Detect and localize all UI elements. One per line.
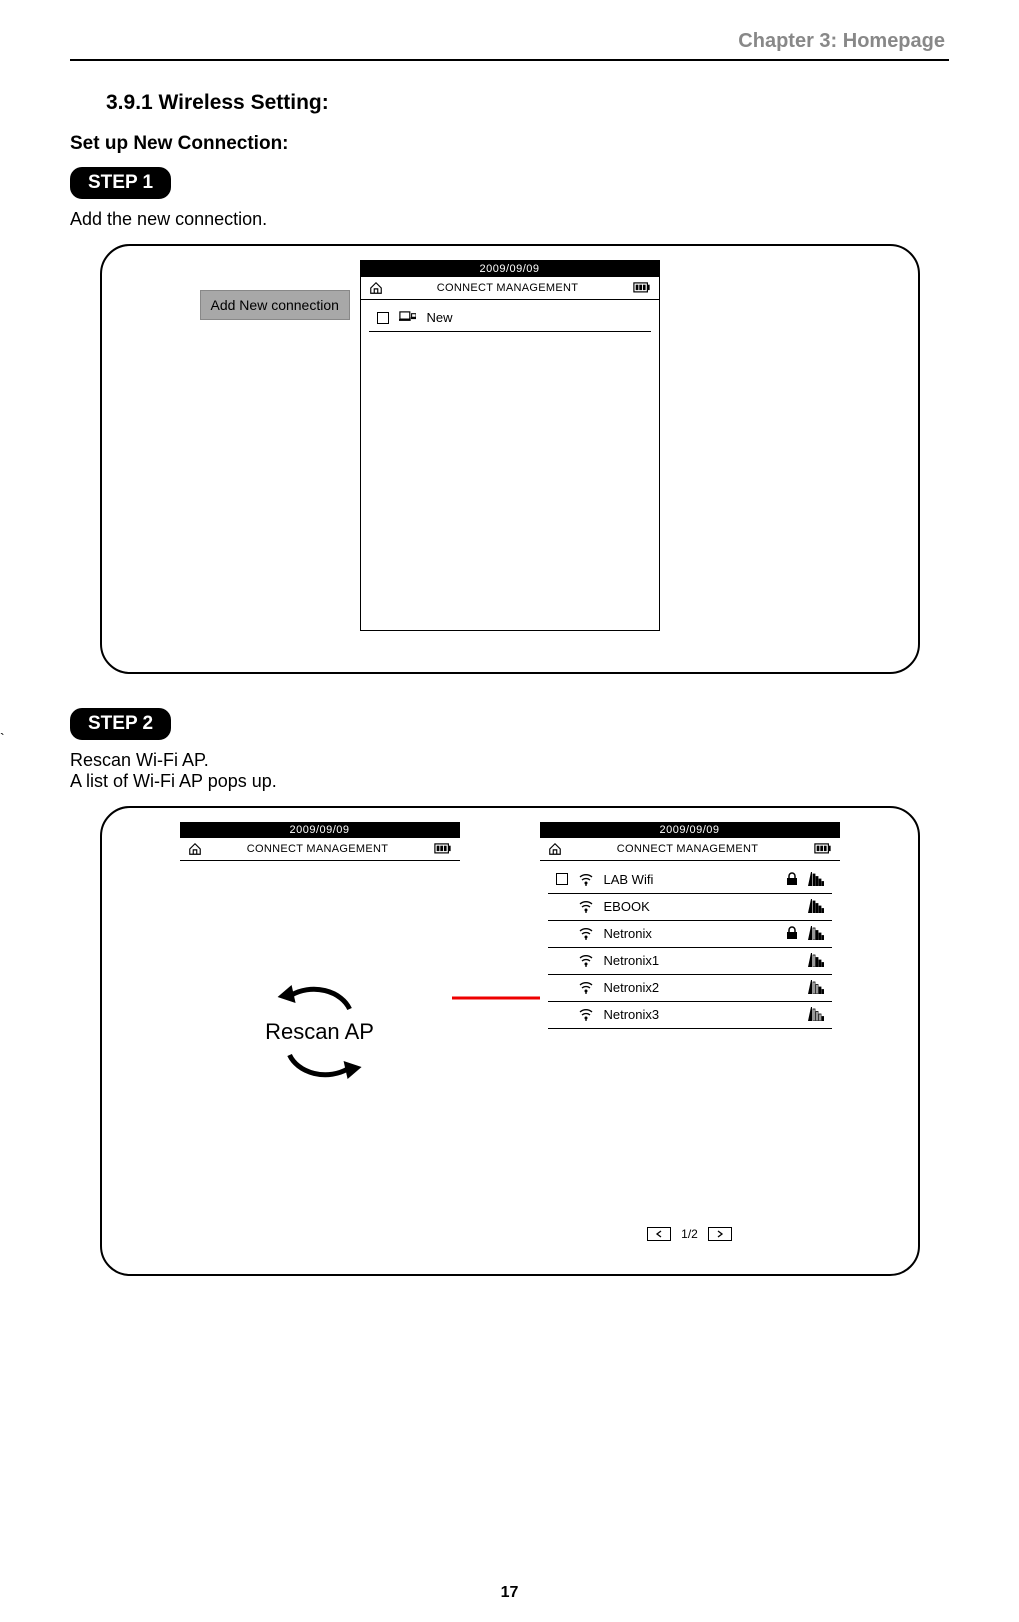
page-number: 17 bbox=[0, 1584, 1019, 1602]
step-1-pill: STEP 1 bbox=[70, 167, 171, 199]
stray-tick: ` bbox=[0, 730, 5, 746]
computer-icon bbox=[399, 311, 417, 325]
refresh-arrow-top-icon bbox=[270, 981, 370, 1017]
pager-next-button[interactable] bbox=[708, 1227, 732, 1241]
step-2-line2: A list of Wi-Fi AP pops up. bbox=[70, 771, 277, 791]
checkbox-icon[interactable] bbox=[377, 312, 389, 324]
wifi-row[interactable]: Netronix1 bbox=[548, 948, 832, 975]
connection-row-new[interactable]: New bbox=[369, 306, 651, 332]
device-screen-1: 2009/09/09 CONNECT MANAGEMENT New bbox=[360, 260, 660, 631]
step-2-line1: Rescan Wi-Fi AP. bbox=[70, 750, 209, 770]
device-screen-2-right: 2009/09/09 CONNECT MANAGEMENT LAB Wifi EB… bbox=[540, 822, 840, 1245]
pager-prev-button[interactable] bbox=[647, 1227, 671, 1241]
screenshot-frame-1: Add New connection 2009/09/09 CONNECT MA… bbox=[100, 244, 920, 674]
step-1-text: Add the new connection. bbox=[70, 209, 949, 230]
battery-icon bbox=[633, 282, 651, 294]
device-title-bar: CONNECT MANAGEMENT bbox=[361, 277, 659, 300]
wifi-icon bbox=[578, 1006, 594, 1022]
device-title: CONNECT MANAGEMENT bbox=[202, 843, 434, 855]
device-date-bar-r: 2009/09/09 bbox=[540, 822, 840, 838]
home-icon[interactable] bbox=[369, 281, 383, 295]
home-icon[interactable] bbox=[548, 842, 562, 856]
add-connection-tooltip: Add New connection bbox=[200, 290, 350, 320]
device-screen-2-left: 2009/09/09 CONNECT MANAGEMENT Rescan AP bbox=[180, 822, 460, 1221]
wifi-name: LAB Wifi bbox=[604, 872, 776, 887]
wifi-row[interactable]: EBOOK bbox=[548, 894, 832, 921]
subheading-setup: Set up New Connection: bbox=[70, 133, 949, 155]
refresh-arrow-bottom-icon bbox=[270, 1047, 370, 1083]
battery-icon bbox=[814, 843, 832, 855]
lock-icon bbox=[786, 926, 798, 940]
device-title: CONNECT MANAGEMENT bbox=[383, 282, 633, 294]
rescan-label: Rescan AP bbox=[265, 1019, 374, 1045]
screenshot-frame-2: 2009/09/09 CONNECT MANAGEMENT Rescan AP bbox=[100, 806, 920, 1276]
header-divider bbox=[70, 59, 949, 61]
wifi-row[interactable]: Netronix2 bbox=[548, 975, 832, 1002]
signal-icon bbox=[808, 980, 824, 994]
device-date-bar: 2009/09/09 bbox=[361, 261, 659, 277]
device-body-2r: LAB Wifi EBOOK Netronix Netronix1 Netronix2 N… bbox=[540, 861, 840, 1221]
wifi-row[interactable]: LAB Wifi bbox=[548, 867, 832, 894]
signal-icon bbox=[808, 926, 824, 940]
wifi-icon bbox=[578, 871, 594, 887]
home-icon[interactable] bbox=[188, 842, 202, 856]
rescan-indicator: Rescan AP bbox=[265, 981, 374, 1083]
wifi-icon bbox=[578, 925, 594, 941]
signal-icon bbox=[808, 872, 824, 886]
wifi-name: EBOOK bbox=[604, 899, 776, 914]
row-label-new: New bbox=[427, 310, 643, 325]
signal-icon bbox=[808, 899, 824, 913]
chapter-header: Chapter 3: Homepage bbox=[70, 30, 949, 59]
wifi-name: Netronix1 bbox=[604, 953, 776, 968]
device-body-1: New bbox=[361, 300, 659, 630]
device-title-bar-l: CONNECT MANAGEMENT bbox=[180, 838, 460, 861]
wifi-icon bbox=[578, 898, 594, 914]
wifi-name: Netronix bbox=[604, 926, 776, 941]
wifi-row[interactable]: Netronix3 bbox=[548, 1002, 832, 1029]
device-body-2l: Rescan AP bbox=[180, 861, 460, 1221]
lock-icon bbox=[786, 872, 798, 886]
device-title-bar-r: CONNECT MANAGEMENT bbox=[540, 838, 840, 861]
pager: 1/2 bbox=[540, 1221, 840, 1245]
step-2-pill: STEP 2 bbox=[70, 708, 171, 740]
wifi-row[interactable]: Netronix bbox=[548, 921, 832, 948]
wifi-icon bbox=[578, 979, 594, 995]
signal-icon bbox=[808, 953, 824, 967]
step-2-text: Rescan Wi-Fi AP. A list of Wi-Fi AP pops… bbox=[70, 750, 949, 792]
section-heading: 3.9.1 Wireless Setting: bbox=[106, 91, 949, 115]
wifi-name: Netronix3 bbox=[604, 1007, 776, 1022]
wifi-name: Netronix2 bbox=[604, 980, 776, 995]
battery-icon bbox=[434, 843, 452, 855]
pager-label: 1/2 bbox=[681, 1227, 698, 1241]
device-title: CONNECT MANAGEMENT bbox=[562, 843, 814, 855]
checkbox-icon[interactable] bbox=[556, 873, 568, 885]
wifi-icon bbox=[578, 952, 594, 968]
device-date-bar-l: 2009/09/09 bbox=[180, 822, 460, 838]
signal-icon bbox=[808, 1007, 824, 1021]
